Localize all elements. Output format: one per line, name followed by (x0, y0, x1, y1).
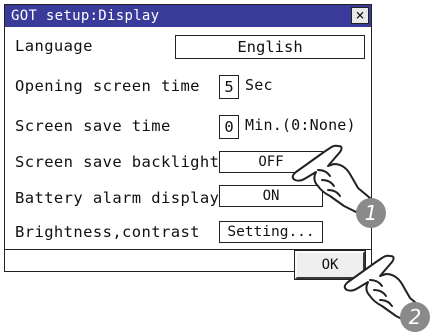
step-1-badge: 1 (356, 198, 386, 228)
brightness-contrast-label: Brightness,contrast (15, 223, 200, 241)
close-button[interactable]: × (351, 7, 369, 24)
step-2-badge: 2 (400, 302, 430, 332)
screen-save-backlight-label: Screen save backlight (15, 153, 220, 171)
opening-screen-time-label: Opening screen time (15, 77, 200, 95)
window-title: GOT setup:Display (11, 8, 160, 24)
screen-save-time-label: Screen save time (15, 117, 171, 135)
screen-save-time-input[interactable]: 0 (219, 115, 239, 139)
brightness-contrast-setting-button[interactable]: Setting... (219, 221, 323, 243)
language-label: Language (15, 37, 93, 55)
opening-screen-time-unit: Sec (245, 76, 273, 94)
language-field[interactable]: English (175, 35, 365, 59)
opening-screen-time-input[interactable]: 5 (219, 75, 239, 99)
footer-divider (5, 249, 371, 250)
title-bar: GOT setup:Display × (5, 5, 371, 27)
screen-save-time-unit: Min.(0:None) (245, 116, 356, 134)
battery-alarm-display-label: Battery alarm display (15, 189, 220, 207)
display-setup-window: GOT setup:Display × Language English Ope… (4, 4, 372, 280)
